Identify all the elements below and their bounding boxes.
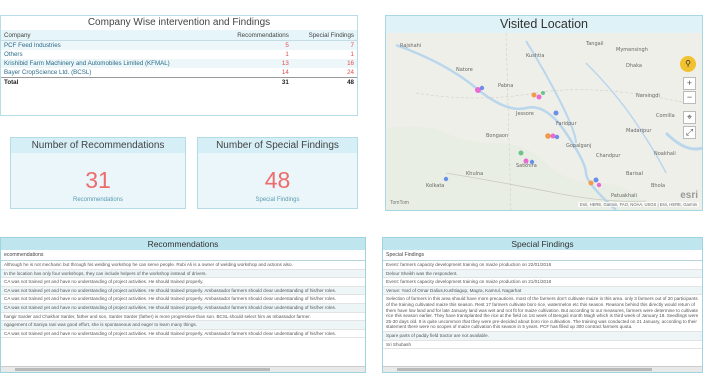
special-findings-count: 16 [291,59,357,68]
company-name: PCF Feed Industries [1,40,219,50]
recommendations-title: Recommendations [1,238,365,250]
location-pin[interactable] [593,177,599,183]
col-special-findings[interactable]: Special Findings [291,30,357,41]
special-findings-count: 1 [350,51,354,58]
map-pins-layer [443,85,602,188]
recommendations-count: 5 [218,40,292,50]
special-findings-kpi-card: Number of Special Findings 48 Special Fi… [197,137,358,209]
col-company[interactable]: Company [1,30,219,41]
horizontal-scrollbar[interactable] [383,366,702,372]
kpi-value: 31 [85,167,111,193]
list-item[interactable]: Spare parts of paddy field tractor are n… [383,331,702,341]
list-item[interactable]: Selection of farmers in this area should… [383,295,702,332]
kpi-subtitle: Recommendations [72,197,124,203]
kpi-value: 48 [264,167,291,193]
total-special-findings: 48 [291,77,357,87]
recommendations-count: 1 [285,51,289,58]
recommendations-panel: Recommendations ecommendations Although … [0,237,366,373]
list-item[interactable]: Although he is not mechanic but through … [1,261,365,270]
location-pin[interactable] [529,159,535,165]
location-pin[interactable] [479,85,485,91]
location-pin[interactable] [531,92,537,98]
recommendations-count: 13 [218,59,292,68]
total-recommendations: 31 [218,77,292,87]
list-item[interactable]: Event: farmers capacity development trai… [383,261,702,270]
company-name: Krishibid Farm Machinery and Automobiles… [1,59,219,68]
list-item[interactable]: Sri Shubash [383,341,702,350]
location-pin[interactable] [536,94,542,100]
list-item[interactable]: CA was not trained yet and have no under… [1,278,365,287]
location-pin[interactable] [443,176,449,182]
recommendations-list: Although he is not mechanic but through … [1,261,365,339]
recommendations-kpi-card: Number of Recommendations 31 Recommendat… [10,137,186,209]
location-pin[interactable] [518,150,524,156]
table-row[interactable]: Krishibid Farm Machinery and Automobiles… [1,59,357,68]
recommendations-count: 14 [281,69,289,76]
list-item[interactable]: ngagement of Saniya rani was good effort… [1,321,365,330]
list-item[interactable]: CA was not trained yet and have no under… [1,295,365,304]
list-item[interactable]: CA was not trained yet and have no under… [1,330,365,339]
table-row[interactable]: PCF Feed Industries 5 7 [1,40,357,50]
special-findings-list: Event: farmers capacity development trai… [383,261,702,350]
horizontal-scrollbar[interactable] [1,366,365,372]
list-item[interactable]: Venue: Yard of Omar Dalius,Kushtiagup, M… [383,286,702,296]
special-findings-count: 7 [291,40,357,50]
esri-logo: esri [680,190,698,201]
location-pin[interactable] [588,180,594,186]
map-attribution: Esri, HERE, Garmin, FAO, NOAA, USGS | Es… [578,202,699,207]
list-item[interactable]: CA was not trained yet and have no under… [1,303,365,313]
location-pin[interactable] [550,133,556,139]
table-row[interactable]: Others 1 1 [1,50,357,59]
location-pin[interactable] [553,110,559,116]
company-table: Company Recommendations Special Findings… [1,30,357,87]
table-row[interactable]: Bayer CropScience Ltd. (BCSL) 14 24 [1,68,357,78]
zoom-out-button[interactable]: − [683,91,696,104]
kpi-title: Number of Special Findings [198,138,357,153]
kpi-subtitle: Special Findings [255,197,300,203]
total-label: Total [1,77,219,87]
scrollbar-thumb[interactable] [397,368,653,371]
company-findings-panel: Company Wise intervention and Findings C… [0,15,358,116]
map-canvas[interactable]: Rajshahi Kushtia Dhaka Jessore Khulna Ba… [386,33,702,210]
zoom-in-button[interactable]: + [683,77,696,90]
col-recommendations[interactable]: Recommendations [218,30,292,41]
total-row: Total 31 48 [1,77,357,87]
recommendations-column-header[interactable]: ecommendations [1,250,365,261]
special-findings-count: 24 [347,69,354,76]
company-table-title: Company Wise intervention and Findings [1,16,357,30]
list-item[interactable]: Delour Sheikh was the respondent. [383,269,702,279]
kpi-title: Number of Recommendations [11,138,185,153]
company-name: Others [4,51,23,58]
focus-mode-icon[interactable]: ⚲ [680,56,696,72]
special-findings-panel: Special Findings Special Findings Event:… [382,237,703,373]
location-pin[interactable] [545,133,551,139]
location-pin[interactable] [541,91,545,95]
list-item[interactable]: hangir Sarder and Chakhar Sarder, father… [1,313,365,322]
location-pin[interactable] [554,134,560,140]
list-item[interactable]: CA was not trained yet and have no under… [1,286,365,296]
location-pin[interactable] [596,182,602,188]
locate-icon[interactable]: ⌖ [683,111,696,124]
company-name: Bayer CropScience Ltd. (BCSL) [4,69,92,76]
location-pin[interactable] [523,158,529,164]
special-findings-column-header[interactable]: Special Findings [383,250,702,261]
scrollbar-thumb[interactable] [15,368,270,371]
visited-location-panel: Visited Location Rajshahi Kushtia Dhaka … [385,15,703,211]
special-findings-title: Special Findings [383,238,702,250]
list-item[interactable]: In the location has only four workshops,… [1,269,365,279]
map-title: Visited Location [386,16,702,33]
list-item[interactable]: Event: farmers capacity development trai… [383,278,702,287]
expand-icon[interactable]: ⤢ [683,126,696,139]
tomtom-logo: TomTom [390,200,409,206]
